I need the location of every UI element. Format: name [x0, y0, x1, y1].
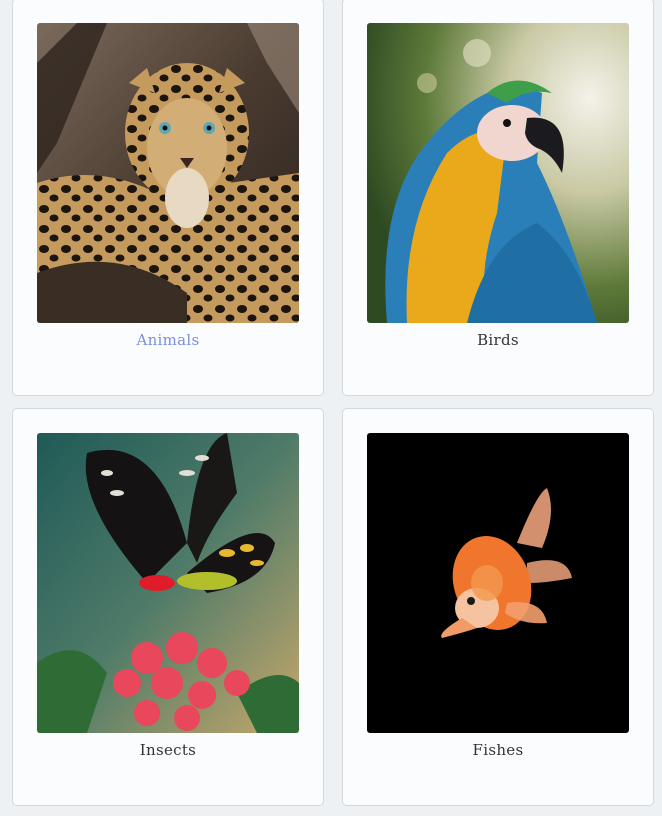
category-card-animals: Animals: [12, 0, 324, 396]
butterfly-image[interactable]: [37, 433, 299, 733]
category-label-animals[interactable]: Animals: [13, 331, 323, 349]
goldfish-image[interactable]: [367, 433, 629, 733]
leopard-image[interactable]: [37, 23, 299, 323]
category-card-birds: Birds: [342, 0, 654, 396]
category-card-insects: Insects: [12, 408, 324, 806]
macaw-image[interactable]: [367, 23, 629, 323]
category-label-insects[interactable]: Insects: [13, 741, 323, 759]
category-card-fishes: Fishes: [342, 408, 654, 806]
category-label-fishes[interactable]: Fishes: [343, 741, 653, 759]
category-label-birds[interactable]: Birds: [343, 331, 653, 349]
